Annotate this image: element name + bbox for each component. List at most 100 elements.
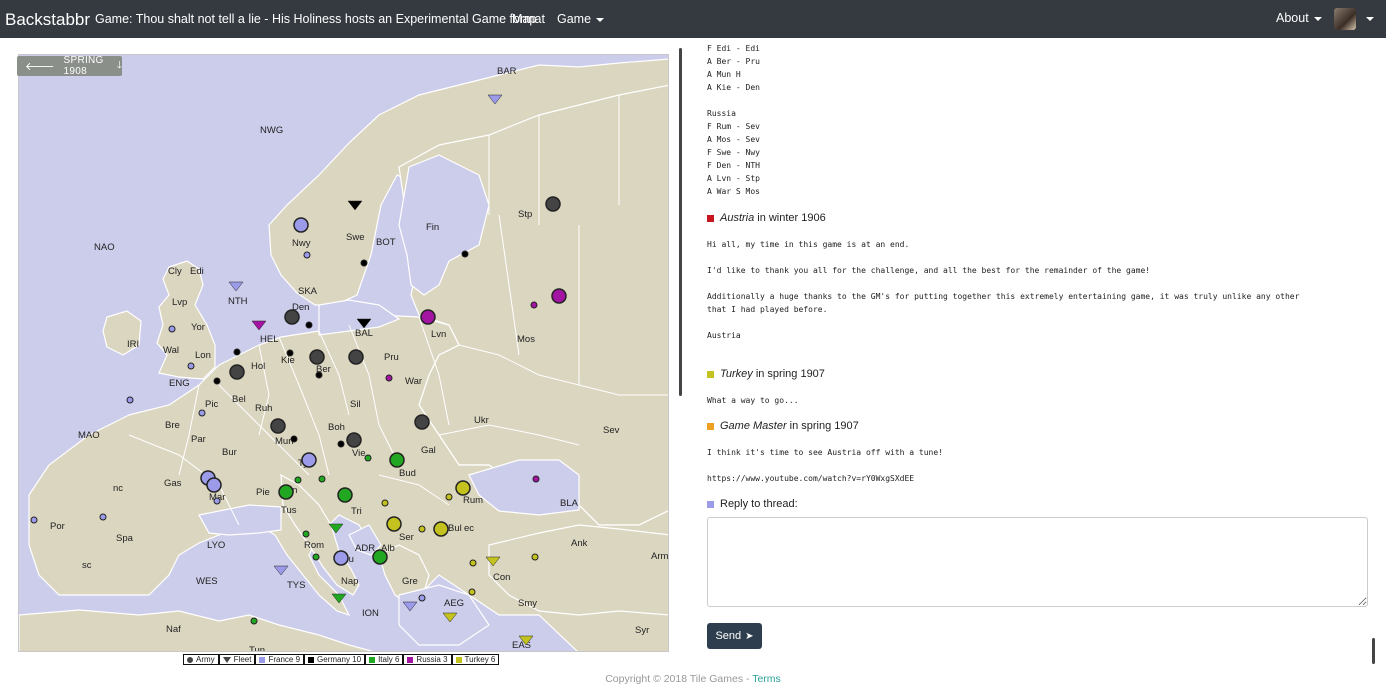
army-unit <box>469 559 477 567</box>
footer: Copyright © 2018 Tile Games - Terms <box>0 673 1386 685</box>
scrollbar-thumb[interactable] <box>1372 638 1375 664</box>
reply-label-text: Reply to thread: <box>720 498 798 510</box>
reply-color-square <box>707 500 714 508</box>
map-canvas[interactable]: BAR NWG NAO Cly Edi Lvp Yor IRI Wal Lon ENG MAO Bre P… <box>19 55 669 652</box>
message-author: Game Master <box>720 420 787 432</box>
legend-power-label: Germany 10 <box>317 655 362 664</box>
army-unit <box>433 521 449 537</box>
army-unit <box>301 452 317 468</box>
army-unit <box>206 477 222 493</box>
army-icon <box>187 656 193 663</box>
province-label-por: Por <box>50 521 65 532</box>
province-label-nc: nc <box>113 483 123 494</box>
army-unit <box>315 371 323 379</box>
province-label-lvp: Lvp <box>172 297 187 308</box>
reply-textarea[interactable] <box>707 517 1368 607</box>
army-unit <box>455 480 471 496</box>
text-line: Additionally a huge thanks to the GM's f… <box>707 292 1300 301</box>
send-label: Send <box>715 630 742 642</box>
chevron-down-icon <box>596 17 605 22</box>
nav-game-label: Game <box>557 12 592 26</box>
legend-fleet: Fleet <box>218 654 256 665</box>
legend-power-label: France 9 <box>268 655 301 664</box>
province-label-hel: HEL <box>260 334 278 345</box>
army-unit <box>213 497 221 505</box>
nav-about-menu[interactable]: About <box>1276 11 1322 25</box>
province-label-nao: NAO <box>94 242 115 253</box>
province-label-edi: Edi <box>190 266 204 277</box>
province-label-aeg: AEG <box>444 598 464 609</box>
diplomacy-map[interactable]: BAR NWG NAO Cly Edi Lvp Yor IRI Wal Lon ENG MAO Bre P… <box>18 54 669 652</box>
province-label-par: Par <box>191 434 206 445</box>
army-unit <box>337 487 353 503</box>
army-unit <box>346 432 362 448</box>
province-label-ion: ION <box>362 608 379 619</box>
nav-game-menu[interactable]: Game <box>557 12 605 26</box>
phase-label: SPRING 1908 <box>63 55 104 77</box>
army-unit <box>99 513 107 521</box>
army-unit <box>187 362 195 370</box>
text-line: A War S Mos <box>707 187 760 196</box>
province-label-stp: Stp <box>518 209 532 220</box>
legend-fleet-label: Fleet <box>233 655 252 664</box>
army-unit <box>418 525 426 533</box>
army-unit <box>278 484 294 500</box>
game-title[interactable]: Game: Thou shalt not tell a lie - His Ho… <box>95 12 545 26</box>
province-label-bre: Bre <box>165 420 180 431</box>
army-unit <box>213 377 221 385</box>
text-line <box>707 277 1299 290</box>
nav-map-link[interactable]: Map <box>512 12 536 26</box>
reply-label: Reply to thread: <box>707 498 798 510</box>
orders-block: F Edi - Edi A Ber - Pru A Mun H A Kie - Den… <box>707 42 760 198</box>
text-line: What a way to go... <box>707 396 799 405</box>
france-swatch <box>259 656 266 663</box>
province-label-rom: Rom <box>304 540 324 551</box>
text-line: A Lvn - Stp <box>707 174 760 183</box>
message-body: What a way to go... <box>707 394 799 407</box>
chevron-down-icon[interactable] <box>1366 17 1374 21</box>
province-label-iri: IRI <box>127 339 139 350</box>
province-label-rum: Rum <box>463 495 483 506</box>
legend-power-germany: Germany 10 <box>304 654 366 665</box>
phase-selector-button[interactable]: 🡐 SPRING 1908 🡓 <box>17 55 122 77</box>
brand-logo[interactable]: Backstabbr <box>5 10 90 30</box>
send-button[interactable]: Send ➤ <box>707 623 762 649</box>
legend-army-label: Army <box>196 655 215 664</box>
army-unit <box>333 550 349 566</box>
army-unit <box>309 349 325 365</box>
province-label-ska: SKA <box>298 286 318 297</box>
text-line <box>707 316 1299 329</box>
province-label-wes: WES <box>196 576 218 587</box>
province-label-nwy: Nwy <box>292 238 311 249</box>
text-line: Hi all, my time in this game is at an en… <box>707 240 910 249</box>
province-label-ser: Ser <box>399 532 414 543</box>
footer-terms-link[interactable]: Terms <box>752 673 781 685</box>
author-color-square <box>707 214 714 222</box>
province-label-wal: Wal <box>163 345 179 356</box>
russia-swatch <box>407 656 414 663</box>
province-label-mao: MAO <box>78 430 100 441</box>
text-line: A Ber - Pru <box>707 57 760 66</box>
province-label-yor: Yor <box>191 322 205 333</box>
province-label-sev: Sev <box>603 425 620 436</box>
text-line: https://www.youtube.com/watch?v=rY0WxgSX… <box>707 474 915 483</box>
nav-about-label: About <box>1276 11 1309 25</box>
message-header: Turkey in spring 1907 <box>707 368 825 380</box>
province-label-arm: Arm <box>651 551 669 562</box>
map-legend: Army Fleet France 9 Germany 10 Italy 6 R… <box>183 654 500 665</box>
province-label-ec: ec <box>464 523 474 534</box>
text-line: A Mos - Sev <box>707 135 760 144</box>
message-body: I think it's time to see Austria off wit… <box>707 446 943 485</box>
text-line <box>707 94 760 107</box>
legend-power-russia: Russia 3 <box>403 654 452 665</box>
province-label-con: Con <box>493 572 510 583</box>
province-label-boh: Boh <box>328 422 345 433</box>
army-unit <box>294 476 302 484</box>
pane-resize-handle[interactable] <box>679 48 682 396</box>
text-line: I think it's time to see Austria off wit… <box>707 448 944 457</box>
user-avatar[interactable] <box>1334 8 1356 30</box>
province-label-nth: NTH <box>228 296 248 307</box>
arrow-left-icon[interactable]: 🡐 <box>25 59 55 73</box>
army-unit <box>364 454 372 462</box>
army-unit <box>360 259 368 267</box>
